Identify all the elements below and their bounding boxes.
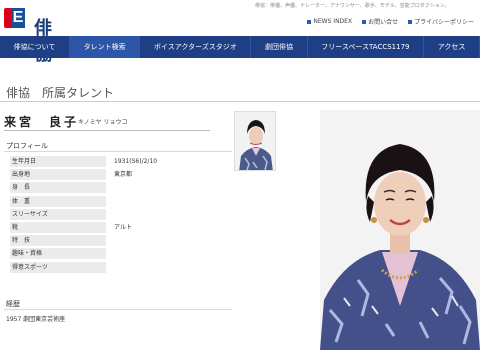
profile-label: 特 技 — [10, 235, 106, 247]
privacy-policy-link[interactable]: プライバシーポリシー — [408, 17, 474, 26]
privacy-policy-label: プライバシーポリシー — [414, 19, 474, 26]
profile-label: 生年月日 — [10, 156, 106, 167]
contact-link[interactable]: お問い合せ — [362, 17, 398, 26]
site-logo[interactable]: E 俳協 — [4, 8, 52, 65]
profile-thumbnail[interactable] — [234, 111, 276, 171]
news-index-label: NEWS INDEX — [313, 18, 353, 25]
site-header: E 俳協 俳協：俳優、声優、ナレーター、アナウンサー、歌手、モデル、芸能プロダク… — [0, 0, 480, 65]
thumbnail-portrait — [235, 112, 275, 170]
profile-label: 趣味・資格 — [10, 248, 106, 260]
divider — [4, 151, 232, 152]
profile-row: 特 技 — [10, 234, 230, 247]
profile-value: アルト — [114, 223, 132, 231]
profile-label: 靴 — [10, 221, 106, 233]
profile-row: 身 長 — [10, 181, 230, 194]
nav-about[interactable]: 俳協について — [0, 36, 71, 58]
divider — [4, 130, 210, 131]
site-tagline: 俳協：俳優、声優、ナレーター、アナウンサー、歌手、モデル、芸能プロダクション。 — [255, 3, 450, 9]
profile-heading: プロフィール — [6, 142, 48, 150]
profile-row: 得意スポーツ — [10, 261, 230, 274]
talent-name: 来宮 良子 — [4, 115, 80, 129]
nav-theater-company[interactable]: 劇団俳協 — [251, 36, 308, 58]
profile-row: 靴アルト — [10, 221, 230, 234]
nav-talent-search[interactable]: タレント検索 — [70, 36, 141, 58]
page-title: 俳協 所属タレント — [6, 86, 115, 100]
profile-table: 生年月日 1931(S6)/2/10 出身地 東京都 身 長 体 重 スリーサイズ … — [10, 155, 230, 274]
talent-kana: キノミヤ リョウコ — [78, 119, 128, 126]
divider — [0, 101, 480, 102]
profile-label: 出身地 — [10, 169, 106, 181]
nav-access[interactable]: アクセス — [424, 36, 480, 58]
profile-label: 身 長 — [10, 182, 106, 194]
bullet-icon — [408, 19, 413, 24]
career-text: 1957 劇団東京芸術座 — [6, 316, 66, 323]
main-nav: 俳協について タレント検索 ボイスアクターズスタジオ 劇団俳協 フリースペースT… — [0, 36, 480, 58]
contact-label: お問い合せ — [368, 19, 399, 26]
profile-photo — [320, 110, 480, 350]
divider — [4, 309, 232, 310]
nav-free-space[interactable]: フリースペースTACCS1179 — [308, 36, 425, 58]
profile-value: 東京都 — [114, 171, 133, 179]
nav-voice-actors-studio[interactable]: ボイスアクターズスタジオ — [140, 36, 252, 58]
profile-row: スリーサイズ — [10, 208, 230, 221]
profile-label: スリーサイズ — [10, 208, 106, 220]
profile-label: 得意スポーツ — [10, 261, 106, 273]
bullet-icon — [307, 19, 312, 24]
logo-letter: E — [11, 8, 25, 28]
profile-row: 出身地 東京都 — [10, 168, 230, 181]
profile-value: 1931(S6)/2/10 — [114, 158, 158, 165]
career-heading: 経歴 — [6, 300, 20, 308]
header-links: NEWS INDEX お問い合せ プライバシーポリシー — [307, 17, 474, 26]
bullet-icon — [362, 19, 367, 24]
news-index-link[interactable]: NEWS INDEX — [307, 17, 352, 26]
profile-label: 体 重 — [10, 195, 106, 207]
profile-row: 体 重 — [10, 195, 230, 208]
main-portrait — [320, 110, 480, 350]
profile-row: 趣味・資格 — [10, 247, 230, 260]
profile-row: 生年月日 1931(S6)/2/10 — [10, 155, 230, 168]
